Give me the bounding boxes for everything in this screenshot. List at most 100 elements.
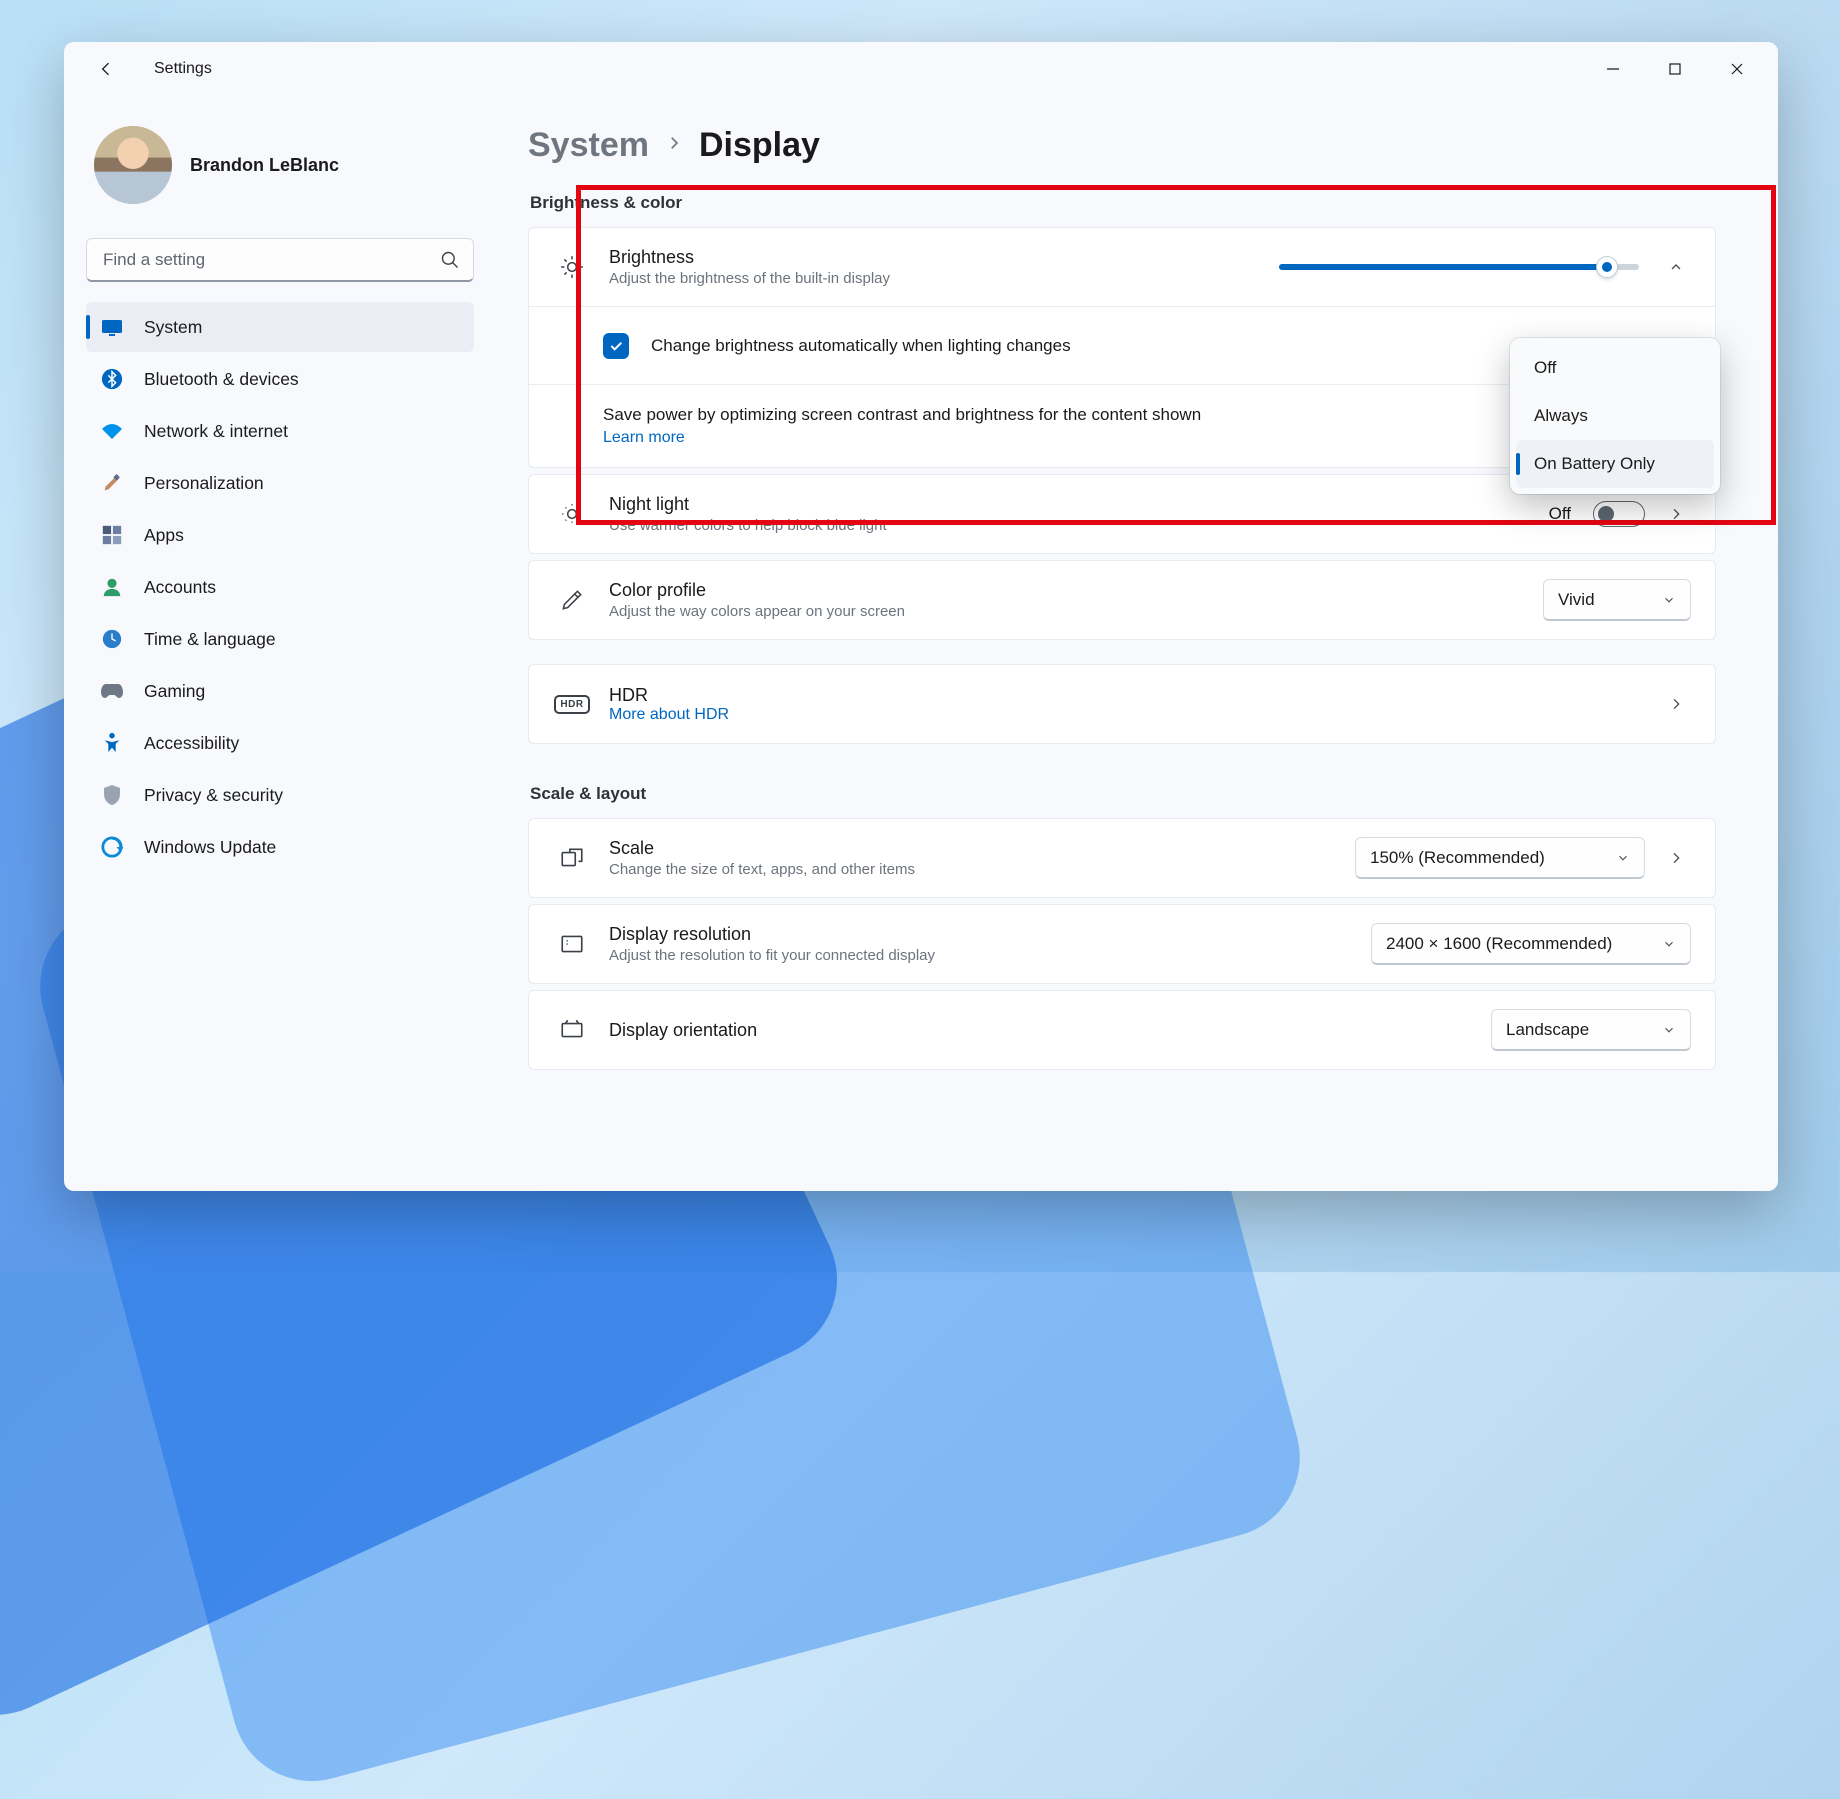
slider-thumb[interactable] — [1597, 257, 1617, 277]
brightness-icon — [557, 254, 587, 280]
app-title: Settings — [154, 60, 212, 78]
night-light-toggle[interactable] — [1593, 501, 1645, 527]
section-scale-layout: Scale & layout — [530, 784, 1716, 804]
color-profile-select[interactable]: Vivid — [1543, 579, 1691, 621]
resolution-title: Display resolution — [609, 924, 1349, 945]
color-profile-icon — [557, 587, 587, 613]
orientation-icon — [557, 1017, 587, 1043]
scale-card: Scale Change the size of text, apps, and… — [528, 818, 1716, 898]
nav-label: Bluetooth & devices — [144, 369, 299, 390]
nav-update[interactable]: Windows Update — [86, 822, 474, 872]
resolution-icon — [557, 931, 587, 957]
content: System Display Brightness & color Bright… — [492, 96, 1778, 1191]
color-profile-card: Color profile Adjust the way colors appe… — [528, 560, 1716, 640]
collapse-button[interactable] — [1661, 252, 1691, 282]
minimize-button[interactable] — [1582, 47, 1644, 91]
scale-title: Scale — [609, 838, 1333, 859]
scale-sub: Change the size of text, apps, and other… — [609, 861, 1333, 878]
nav-label: Network & internet — [144, 421, 288, 442]
color-profile-title: Color profile — [609, 580, 1521, 601]
chevron-right-icon[interactable] — [1661, 843, 1691, 873]
nav-accessibility[interactable]: Accessibility — [86, 718, 474, 768]
hdr-card[interactable]: HDR HDR More about HDR — [528, 664, 1716, 744]
section-brightness-color: Brightness & color — [530, 193, 1716, 213]
back-button[interactable] — [86, 49, 126, 89]
clock-globe-icon — [100, 627, 124, 651]
hdr-link[interactable]: More about HDR — [609, 706, 1639, 724]
update-icon — [100, 835, 124, 859]
dropdown-label: On Battery Only — [1534, 454, 1655, 474]
bluetooth-icon — [100, 367, 124, 391]
chevron-right-icon[interactable] — [1661, 689, 1691, 719]
nav-gaming[interactable]: Gaming — [86, 666, 474, 716]
content-adaptive-dropdown[interactable]: Off Always On Battery Only — [1510, 338, 1720, 494]
chevron-right-icon[interactable] — [1661, 499, 1691, 529]
orientation-title: Display orientation — [609, 1020, 1469, 1041]
apps-icon — [100, 523, 124, 547]
nav-personalization[interactable]: Personalization — [86, 458, 474, 508]
shield-icon — [100, 783, 124, 807]
breadcrumb-parent[interactable]: System — [528, 126, 649, 165]
nav-network[interactable]: Network & internet — [86, 406, 474, 456]
learn-more-link[interactable]: Learn more — [603, 429, 685, 447]
hdr-badge: HDR — [554, 695, 589, 714]
settings-window: Settings Brandon LeBlanc System Bluetoot… — [64, 42, 1778, 1191]
night-light-icon — [557, 501, 587, 527]
scale-icon — [557, 845, 587, 871]
search-input[interactable] — [86, 238, 474, 282]
nav-privacy[interactable]: Privacy & security — [86, 770, 474, 820]
maximize-button[interactable] — [1644, 47, 1706, 91]
close-button[interactable] — [1706, 47, 1768, 91]
nav-label: Accounts — [144, 577, 216, 598]
nav-label: Personalization — [144, 473, 264, 494]
nav-label: Windows Update — [144, 837, 276, 858]
hdr-title: HDR — [609, 685, 1639, 706]
nav-label: Gaming — [144, 681, 205, 702]
dropdown-label: Off — [1534, 358, 1556, 378]
orientation-value: Landscape — [1506, 1020, 1589, 1040]
nav-time[interactable]: Time & language — [86, 614, 474, 664]
breadcrumb: System Display — [528, 126, 1716, 165]
brightness-title: Brightness — [609, 247, 1257, 268]
dropdown-option-always[interactable]: Always — [1516, 392, 1714, 440]
resolution-value: 2400 × 1600 (Recommended) — [1386, 934, 1612, 954]
sidebar: Brandon LeBlanc System Bluetooth & devic… — [64, 96, 492, 1191]
profile[interactable]: Brandon LeBlanc — [86, 108, 474, 230]
brightness-slider[interactable] — [1279, 264, 1639, 270]
dropdown-option-battery[interactable]: On Battery Only — [1516, 440, 1714, 488]
nav-accounts[interactable]: Accounts — [86, 562, 474, 612]
orientation-select[interactable]: Landscape — [1491, 1009, 1691, 1051]
wifi-icon — [100, 419, 124, 443]
auto-brightness-label: Change brightness automatically when lig… — [651, 336, 1071, 356]
scale-value: 150% (Recommended) — [1370, 848, 1545, 868]
scale-select[interactable]: 150% (Recommended) — [1355, 837, 1645, 879]
page-title: Display — [699, 126, 820, 165]
nav-label: Time & language — [144, 629, 276, 650]
nav-label: System — [144, 317, 202, 338]
auto-brightness-checkbox[interactable] — [603, 333, 629, 359]
night-light-state: Off — [1549, 504, 1571, 524]
chevron-right-icon — [665, 134, 683, 157]
avatar — [94, 126, 172, 204]
nav-label: Apps — [144, 525, 184, 546]
display-icon — [100, 315, 124, 339]
titlebar: Settings — [64, 42, 1778, 96]
search-icon — [440, 250, 460, 275]
orientation-card: Display orientation Landscape — [528, 990, 1716, 1070]
night-light-title: Night light — [609, 494, 1527, 515]
resolution-card: Display resolution Adjust the resolution… — [528, 904, 1716, 984]
night-light-sub: Use warmer colors to help block blue lig… — [609, 517, 1527, 534]
nav-label: Accessibility — [144, 733, 239, 754]
dropdown-option-off[interactable]: Off — [1516, 344, 1714, 392]
profile-name: Brandon LeBlanc — [190, 155, 339, 176]
accessibility-icon — [100, 731, 124, 755]
color-profile-sub: Adjust the way colors appear on your scr… — [609, 603, 1521, 620]
nav-apps[interactable]: Apps — [86, 510, 474, 560]
nav-system[interactable]: System — [86, 302, 474, 352]
nav-bluetooth[interactable]: Bluetooth & devices — [86, 354, 474, 404]
hdr-icon: HDR — [557, 695, 587, 714]
resolution-sub: Adjust the resolution to fit your connec… — [609, 947, 1349, 964]
resolution-select[interactable]: 2400 × 1600 (Recommended) — [1371, 923, 1691, 965]
gamepad-icon — [100, 679, 124, 703]
nav-label: Privacy & security — [144, 785, 283, 806]
